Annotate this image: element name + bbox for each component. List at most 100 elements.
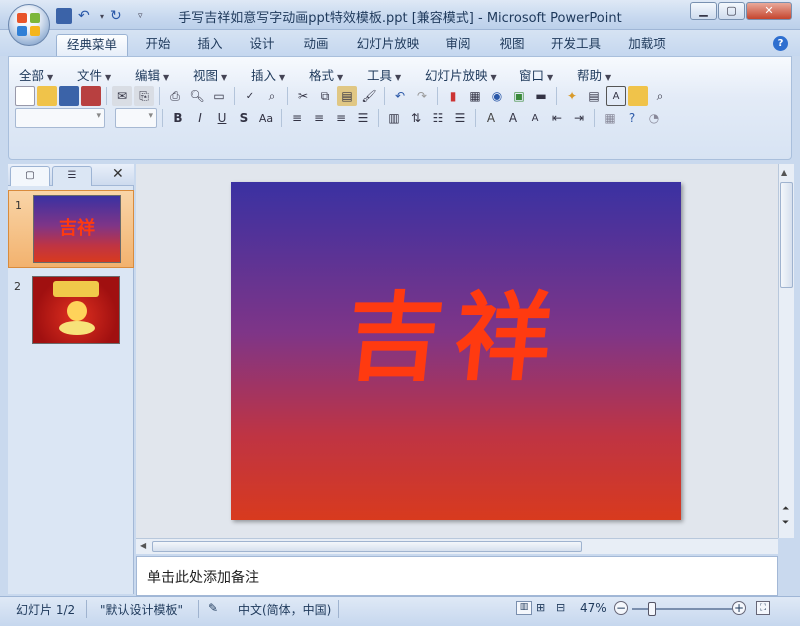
menu-slideshow[interactable]: 幻灯片放映 ▼ xyxy=(425,65,497,84)
bold-icon[interactable]: B xyxy=(168,108,188,128)
zoom-level[interactable]: 47% xyxy=(580,601,607,615)
redo-icon[interactable]: ↷ xyxy=(412,86,432,106)
chart-icon[interactable]: ▮ xyxy=(443,86,463,106)
spellcheck-icon[interactable]: ✓ xyxy=(240,86,260,106)
underline-icon[interactable]: U xyxy=(212,108,232,128)
fit-to-window-icon[interactable]: ⛶ xyxy=(756,601,770,615)
office-button[interactable] xyxy=(8,4,50,46)
menu-all[interactable]: 全部 ▼ xyxy=(19,65,53,84)
maximize-button[interactable]: ▢ xyxy=(718,2,745,20)
save-icon[interactable] xyxy=(59,86,79,106)
vertical-scrollbar[interactable]: ▲ ⏶ ⏷ xyxy=(778,164,794,538)
menu-insert[interactable]: 插入 ▼ xyxy=(251,65,285,84)
close-button[interactable]: ✕ xyxy=(746,2,792,20)
tab-slideshow[interactable]: 幻灯片放映 xyxy=(348,34,428,56)
font-size-combo[interactable] xyxy=(115,108,157,128)
tab-view[interactable]: 视图 xyxy=(490,34,534,56)
format-painter-icon[interactable]: 🖌︎ xyxy=(359,86,379,106)
grow-font-icon[interactable]: A xyxy=(503,108,523,128)
numbering-icon[interactable]: ☷ xyxy=(428,108,448,128)
email-icon[interactable]: ✉ xyxy=(112,86,132,106)
help-icon[interactable]: ? xyxy=(773,36,788,51)
shape-icon[interactable]: ◔ xyxy=(644,108,664,128)
language-indicator[interactable]: 中文(简体，中国) xyxy=(238,601,331,618)
notes-pane[interactable]: 单击此处添加备注 xyxy=(136,556,778,596)
align-center-icon[interactable]: ≡ xyxy=(309,108,329,128)
zoom-in-icon[interactable]: + xyxy=(732,601,746,615)
open-icon[interactable] xyxy=(37,86,57,106)
spellcheck-status-icon[interactable]: ✎ xyxy=(208,601,218,615)
design-icon[interactable]: ▦ xyxy=(600,108,620,128)
scroll-left-icon[interactable]: ◀ xyxy=(140,541,146,550)
menu-edit[interactable]: 编辑 ▼ xyxy=(135,65,169,84)
slides-tab[interactable]: ▢ xyxy=(10,166,50,186)
new-slide-icon[interactable]: ✦ xyxy=(562,86,582,106)
menu-help[interactable]: 帮助 ▼ xyxy=(577,65,611,84)
zoom-icon[interactable]: ⌕ xyxy=(650,86,670,106)
outline-tab[interactable]: ☰ xyxy=(52,166,92,186)
horizontal-scrollbar[interactable]: ◀ xyxy=(136,538,778,554)
copy-icon[interactable]: ⧉ xyxy=(315,86,335,106)
decrease-indent-icon[interactable]: ⇤ xyxy=(547,108,567,128)
slide-thumbnail-row[interactable]: 1 吉祥 xyxy=(8,190,134,268)
window-icon[interactable]: ▭ xyxy=(209,86,229,106)
tab-classic-menu[interactable]: 经典菜单 xyxy=(56,34,128,56)
cut-icon[interactable]: ✂ xyxy=(293,86,313,106)
tab-addins[interactable]: 加载项 xyxy=(620,34,674,56)
new-icon[interactable] xyxy=(15,86,35,106)
folder-icon[interactable] xyxy=(628,86,648,106)
attach-icon[interactable]: ⎘ xyxy=(134,86,154,106)
table-icon[interactable]: ▦ xyxy=(465,86,485,106)
menu-file[interactable]: 文件 ▼ xyxy=(77,65,111,84)
print-icon[interactable]: ⎙ xyxy=(165,86,185,106)
picture-icon[interactable]: ▣ xyxy=(509,86,529,106)
slideshow-view-icon[interactable]: ⊟ xyxy=(556,601,565,614)
theme-name[interactable]: "默认设计模板" xyxy=(100,601,183,618)
shadow-icon[interactable]: S xyxy=(234,108,254,128)
align-right-icon[interactable]: ≡ xyxy=(331,108,351,128)
slide-title-text[interactable]: 吉祥 xyxy=(224,260,689,399)
paste-icon[interactable]: ▤ xyxy=(337,86,357,106)
font-name-combo[interactable] xyxy=(15,108,105,128)
permission-icon[interactable] xyxy=(81,86,101,106)
minimize-button[interactable]: ▁ xyxy=(690,2,717,20)
textbox-icon[interactable]: A xyxy=(606,86,626,106)
next-slide-icon[interactable]: ⏷ xyxy=(782,518,789,528)
shrink-font-icon[interactable]: A xyxy=(525,108,545,128)
undo-icon[interactable]: ↶ xyxy=(390,86,410,106)
menu-tools[interactable]: 工具 ▼ xyxy=(367,65,401,84)
slide-canvas[interactable]: 吉祥 xyxy=(231,182,681,520)
print-preview-icon[interactable]: 🔍︎ xyxy=(187,86,207,106)
menu-format[interactable]: 格式 ▼ xyxy=(309,65,343,84)
zoom-out-icon[interactable]: − xyxy=(614,601,628,615)
text-direction-icon[interactable]: ⇅ xyxy=(406,108,426,128)
change-case-icon[interactable]: Aa xyxy=(256,108,276,128)
scroll-thumb[interactable] xyxy=(780,182,793,288)
tab-animation[interactable]: 动画 xyxy=(294,34,338,56)
tab-developer[interactable]: 开发工具 xyxy=(542,34,610,56)
bullets-icon[interactable]: ☰ xyxy=(450,108,470,128)
menu-window[interactable]: 窗口 ▼ xyxy=(519,65,553,84)
previous-slide-icon[interactable]: ⏶ xyxy=(782,504,789,514)
align-left-icon[interactable]: ≡ xyxy=(287,108,307,128)
tab-insert[interactable]: 插入 xyxy=(188,34,232,56)
increase-indent-icon[interactable]: ⇥ xyxy=(569,108,589,128)
normal-view-icon[interactable]: ▥ xyxy=(516,601,532,615)
tab-home[interactable]: 开始 xyxy=(136,34,180,56)
zoom-slider-thumb[interactable] xyxy=(648,602,656,616)
italic-icon[interactable]: I xyxy=(190,108,210,128)
layout-icon[interactable]: ▤ xyxy=(584,86,604,106)
slide-sorter-icon[interactable]: ⊞ xyxy=(536,601,545,614)
web-icon[interactable]: ◉ xyxy=(487,86,507,106)
justify-icon[interactable]: ☰ xyxy=(353,108,373,128)
zoom-slider-track[interactable] xyxy=(632,608,732,610)
color-grayscale-icon[interactable]: ▬ xyxy=(531,86,551,106)
close-pane-icon[interactable]: ✕ xyxy=(112,166,124,182)
scroll-up-icon[interactable]: ▲ xyxy=(781,168,787,177)
scroll-thumb[interactable] xyxy=(152,541,582,552)
font-color-icon[interactable]: A xyxy=(481,108,501,128)
tab-review[interactable]: 审阅 xyxy=(436,34,480,56)
tab-design[interactable]: 设计 xyxy=(240,34,284,56)
menu-view[interactable]: 视图 ▼ xyxy=(193,65,227,84)
columns-icon[interactable]: ▥ xyxy=(384,108,404,128)
